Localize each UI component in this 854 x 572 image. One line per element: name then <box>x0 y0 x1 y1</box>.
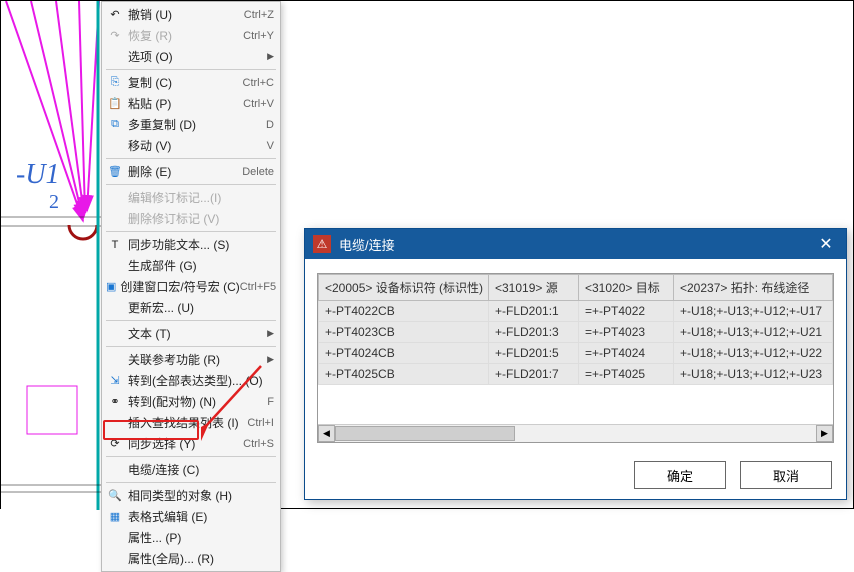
menu-create-macro[interactable]: ▣创建窗口宏/符号宏 (C)Ctrl+F5 <box>102 276 280 297</box>
device-sub: 2 <box>49 191 59 214</box>
separator <box>106 231 276 232</box>
table-cell[interactable]: +-FLD201:1 <box>489 301 579 322</box>
menu-move[interactable]: 移动 (V)V <box>102 135 280 156</box>
separator <box>106 184 276 185</box>
table-cell[interactable]: =+-PT4023 <box>579 322 674 343</box>
dialog-title: 电缆/连接 <box>339 235 395 254</box>
menu-sync-text[interactable]: T同步功能文本... (S) <box>102 234 280 255</box>
menu-delete[interactable]: 🗑删除 (E)Delete <box>102 161 280 182</box>
menu-update-macro[interactable]: 更新宏... (U) <box>102 297 280 318</box>
sync-icon: ⟳ <box>106 436 124 452</box>
separator <box>106 346 276 347</box>
col-device-id[interactable]: <20005> 设备标识符 (标识性) <box>319 275 489 301</box>
copy-icon: ⎘ <box>106 75 124 91</box>
menu-properties-global[interactable]: 属性(全局)... (R) <box>102 548 280 569</box>
close-button[interactable]: ✕ <box>814 232 838 256</box>
menu-cable-connection[interactable]: 电缆/连接 (C) <box>102 459 280 480</box>
design-canvas[interactable]: -U1 2 <box>1 1 101 510</box>
table-cell[interactable]: =+-PT4025 <box>579 364 674 385</box>
table-cell[interactable]: +-U18;+-U13;+-U12;+-U17 <box>674 301 833 322</box>
context-menu: ↶撤销 (U)Ctrl+Z ↷恢复 (R)Ctrl+Y 选项 (O)▶ ⎘复制 … <box>101 1 281 572</box>
menu-assoc-ref[interactable]: 关联参考功能 (R)▶ <box>102 349 280 370</box>
chevron-right-icon: ▶ <box>267 354 274 365</box>
menu-multi-copy[interactable]: ⧉多重复制 (D)D <box>102 114 280 135</box>
menu-edit-revision: 编辑修订标记...(I) <box>102 187 280 208</box>
separator <box>106 456 276 457</box>
cable-connection-dialog: ⚠ 电缆/连接 ✕ <20005> 设备标识符 (标识性) <31019> 源 … <box>304 228 847 500</box>
menu-table-edit[interactable]: ▦表格式编辑 (E) <box>102 506 280 527</box>
table-cell[interactable]: +-PT4025CB <box>319 364 489 385</box>
redo-icon: ↷ <box>106 28 124 44</box>
separator <box>106 482 276 483</box>
table-cell[interactable]: +-U18;+-U13;+-U12;+-U21 <box>674 322 833 343</box>
dialog-titlebar[interactable]: ⚠ 电缆/连接 ✕ <box>305 229 846 259</box>
table-cell[interactable]: +-U18;+-U13;+-U12;+-U23 <box>674 364 833 385</box>
cancel-button[interactable]: 取消 <box>740 461 832 489</box>
table-icon: ▦ <box>106 509 124 525</box>
separator <box>106 320 276 321</box>
results-table: <20005> 设备标识符 (标识性) <31019> 源 <31020> 目标… <box>317 273 834 443</box>
table-row[interactable]: +-PT4025CB+-FLD201:7=+-PT4025+-U18;+-U13… <box>319 364 833 385</box>
table-row[interactable]: +-PT4024CB+-FLD201:5=+-PT4024+-U18;+-U13… <box>319 343 833 364</box>
chevron-right-icon: ▶ <box>267 51 274 62</box>
macro-icon: ▣ <box>106 279 116 295</box>
menu-redo: ↷恢复 (R)Ctrl+Y <box>102 25 280 46</box>
menu-same-object[interactable]: 🔍相同类型的对象 (H) <box>102 485 280 506</box>
menu-options[interactable]: 选项 (O)▶ <box>102 46 280 67</box>
paste-icon: 📋 <box>106 96 124 112</box>
menu-undo[interactable]: ↶撤销 (U)Ctrl+Z <box>102 4 280 25</box>
col-source[interactable]: <31019> 源 <box>489 275 579 301</box>
ok-button[interactable]: 确定 <box>634 461 726 489</box>
text-icon: T <box>106 237 124 253</box>
device-label: -U1 <box>16 159 60 191</box>
menu-goto-all[interactable]: ⇲转到(全部表达类型)... (O) <box>102 370 280 391</box>
scroll-left-button[interactable]: ◀ <box>318 425 335 442</box>
scroll-right-button[interactable]: ▶ <box>816 425 833 442</box>
table-row[interactable]: +-PT4023CB+-FLD201:3=+-PT4023+-U18;+-U13… <box>319 322 833 343</box>
col-topology[interactable]: <20237> 拓扑: 布线途径 <box>674 275 833 301</box>
warning-icon: ⚠ <box>313 235 331 253</box>
search-icon: 🔍 <box>106 488 124 504</box>
undo-icon: ↶ <box>106 7 124 23</box>
col-target[interactable]: <31020> 目标 <box>579 275 674 301</box>
scroll-thumb[interactable] <box>335 426 515 441</box>
menu-paste[interactable]: 📋粘贴 (P)Ctrl+V <box>102 93 280 114</box>
table-cell[interactable]: +-PT4022CB <box>319 301 489 322</box>
menu-text[interactable]: 文本 (T)▶ <box>102 323 280 344</box>
goto-icon: ⇲ <box>106 373 124 389</box>
separator <box>106 69 276 70</box>
menu-delete-revision: 删除修订标记 (V) <box>102 208 280 229</box>
table-cell[interactable]: +-PT4024CB <box>319 343 489 364</box>
menu-sync-select[interactable]: ⟳同步选择 (Y)Ctrl+S <box>102 433 280 454</box>
menu-goto-mate[interactable]: ⚭转到(配对物) (N)F <box>102 391 280 412</box>
table-row[interactable]: +-PT4022CB+-FLD201:1=+-PT4022+-U18;+-U13… <box>319 301 833 322</box>
table-cell[interactable]: =+-PT4022 <box>579 301 674 322</box>
table-cell[interactable]: =+-PT4024 <box>579 343 674 364</box>
delete-icon: 🗑 <box>106 164 124 180</box>
menu-copy[interactable]: ⎘复制 (C)Ctrl+C <box>102 72 280 93</box>
mate-icon: ⚭ <box>106 394 124 410</box>
chevron-right-icon: ▶ <box>267 328 274 339</box>
table-cell[interactable]: +-PT4023CB <box>319 322 489 343</box>
horizontal-scrollbar[interactable]: ◀ ▶ <box>318 424 833 442</box>
table-cell[interactable]: +-FLD201:7 <box>489 364 579 385</box>
menu-gen-part[interactable]: 生成部件 (G) <box>102 255 280 276</box>
table-cell[interactable]: +-FLD201:5 <box>489 343 579 364</box>
separator <box>106 158 276 159</box>
menu-properties[interactable]: 属性... (P) <box>102 527 280 548</box>
menu-insert-find[interactable]: 插入查找结果列表 (I)Ctrl+I <box>102 412 280 433</box>
table-cell[interactable]: +-U18;+-U13;+-U12;+-U22 <box>674 343 833 364</box>
multi-copy-icon: ⧉ <box>106 117 124 133</box>
table-cell[interactable]: +-FLD201:3 <box>489 322 579 343</box>
